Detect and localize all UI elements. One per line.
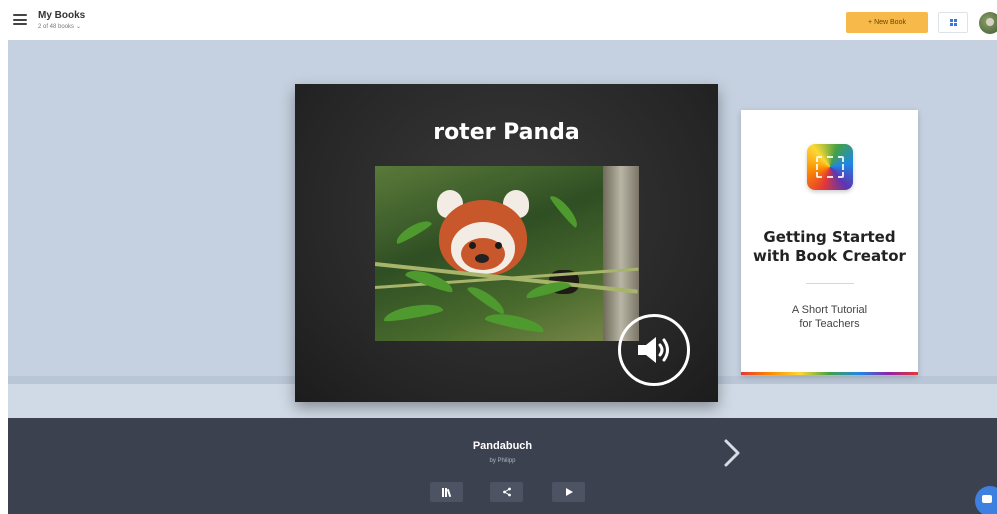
- book-count: 2 of 48 books: [38, 24, 75, 30]
- tutorial-title-line2: with Book Creator: [753, 247, 906, 265]
- tutorial-subtitle: A Short Tutorial for Teachers: [741, 303, 918, 331]
- tutorial-subtitle-line2: for Teachers: [799, 318, 860, 330]
- book-author: by Philipp: [489, 458, 516, 464]
- book-creator-logo-icon: [807, 144, 853, 190]
- chevron-right-icon[interactable]: [720, 438, 744, 468]
- book-cover-pandabuch[interactable]: roter Panda: [295, 84, 718, 402]
- speaker-icon[interactable]: [618, 314, 690, 386]
- rainbow-stripe: [741, 372, 918, 375]
- tutorial-title: Getting Started with Book Creator: [741, 228, 918, 266]
- book-info-bar: Pandabuch by Philipp: [8, 418, 997, 514]
- play-button[interactable]: [552, 482, 585, 502]
- grid-view-button[interactable]: [938, 12, 968, 33]
- book-title: Pandabuch: [472, 440, 533, 452]
- book-cover-getting-started[interactable]: Getting Started with Book Creator A Shor…: [741, 110, 918, 375]
- library-icon: [441, 488, 451, 497]
- top-bar: My Books 2 of 48 books ⌄ + New Book: [0, 0, 997, 40]
- tutorial-title-line1: Getting Started: [763, 228, 896, 246]
- new-book-button[interactable]: + New Book: [846, 12, 928, 33]
- chat-icon[interactable]: [975, 486, 997, 514]
- play-icon: [565, 488, 573, 496]
- share-button[interactable]: [490, 482, 523, 502]
- book-count-dropdown[interactable]: 2 of 48 books ⌄: [38, 23, 85, 31]
- share-icon: [502, 487, 511, 497]
- tutorial-subtitle-line1: A Short Tutorial: [791, 304, 868, 316]
- page-title: My Books: [38, 10, 86, 21]
- grid-view-icon: [949, 19, 957, 26]
- red-panda-image: [375, 166, 639, 341]
- library-button[interactable]: [430, 482, 463, 502]
- avatar[interactable]: [979, 12, 997, 34]
- menu-icon[interactable]: [13, 14, 27, 25]
- divider: [806, 283, 854, 284]
- chevron-down-icon: ⌄: [76, 24, 82, 30]
- book-cover-title: roter Panda: [433, 120, 580, 145]
- title-block: My Books 2 of 48 books ⌄: [38, 10, 85, 31]
